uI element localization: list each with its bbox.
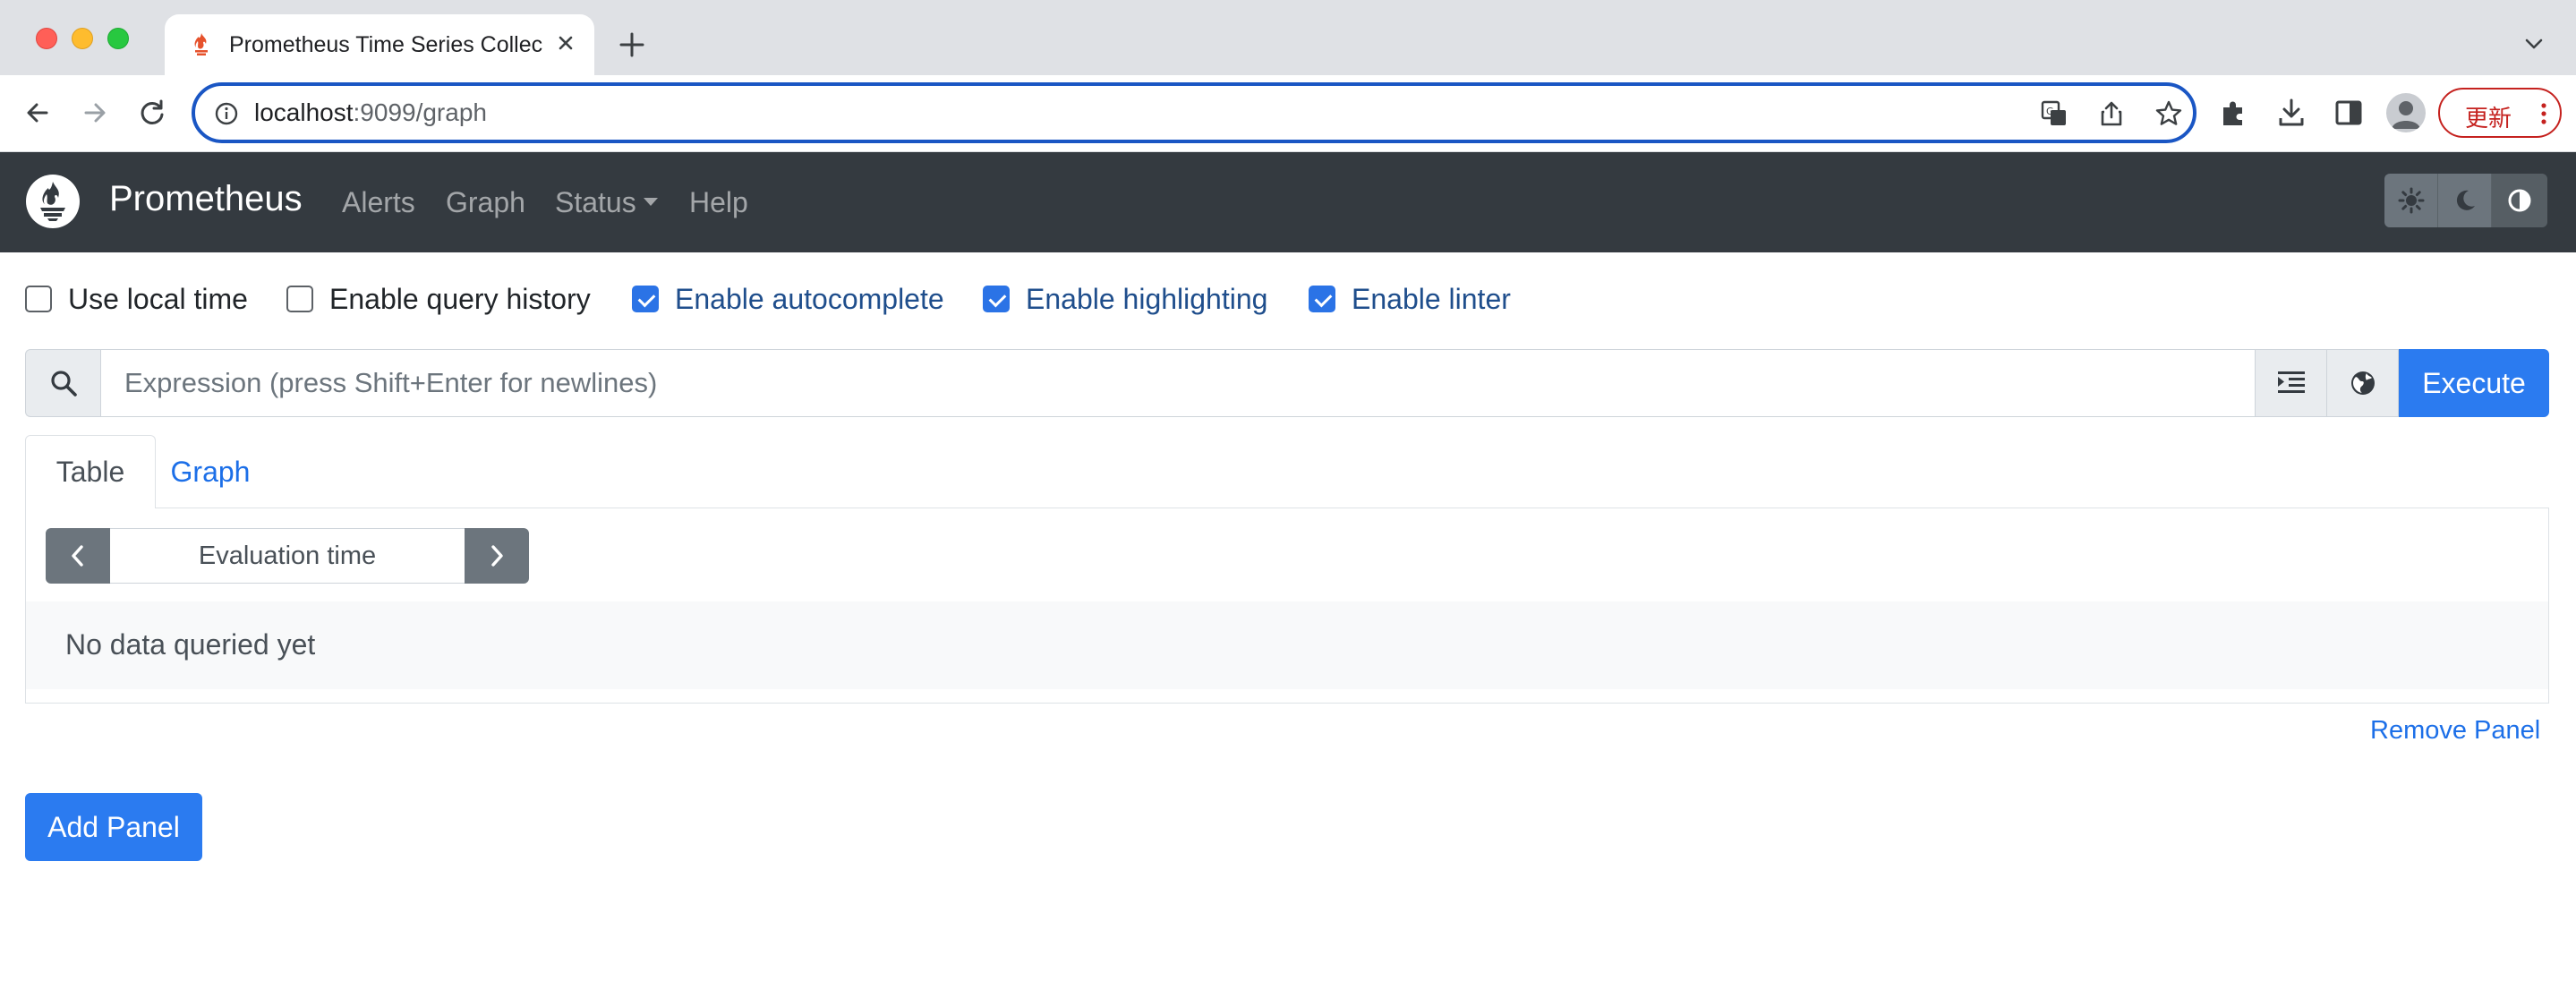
sun-icon: [2398, 187, 2424, 214]
autocomplete-checkbox[interactable]: [632, 286, 659, 312]
no-data-message: No data queried yet: [65, 628, 316, 661]
execute-button[interactable]: Execute: [2399, 349, 2549, 417]
highlighting-label: Enable highlighting: [1026, 282, 1268, 315]
chevron-right-icon: [491, 545, 503, 567]
expression-search-prefix: [25, 349, 100, 417]
prometheus-logo-icon[interactable]: [25, 174, 81, 229]
evaluation-time-control: Evaluation time: [46, 528, 529, 584]
query-history-checkbox[interactable]: [286, 286, 313, 312]
option-use-local-time[interactable]: Use local time: [25, 283, 248, 315]
contrast-icon: [2508, 189, 2531, 212]
chevron-left-icon: [72, 545, 83, 567]
eval-time-previous-button[interactable]: [46, 528, 110, 584]
window-minimize-button[interactable]: [72, 28, 93, 49]
dropdown-caret-icon: [643, 198, 658, 207]
globe-icon: [2350, 371, 2375, 395]
nav-link-status[interactable]: Status: [555, 186, 658, 219]
profile-avatar[interactable]: [2386, 93, 2426, 132]
site-info-icon[interactable]: [213, 100, 240, 127]
format-expression-button[interactable]: [2256, 349, 2327, 417]
browser-tab-active[interactable]: Prometheus Time Series Collect: [165, 14, 594, 75]
nav-link-status-label: Status: [555, 186, 636, 218]
browser-update-button[interactable]: 更新: [2438, 88, 2562, 138]
linter-checkbox[interactable]: [1309, 286, 1335, 312]
use-local-time-checkbox[interactable]: [25, 286, 52, 312]
nav-link-alerts[interactable]: Alerts: [342, 186, 415, 219]
panel-tabs: Table Graph: [25, 435, 2549, 509]
theme-auto-button[interactable]: [2492, 174, 2547, 227]
browser-toolbar: localhost:9099/graph G 更新: [0, 75, 2576, 152]
evaluation-time-input[interactable]: Evaluation time: [110, 528, 465, 584]
option-autocomplete[interactable]: Enable autocomplete: [632, 283, 944, 315]
moon-icon: [2456, 190, 2475, 210]
indent-format-icon: [2277, 371, 2305, 393]
app-navbar: Prometheus Alerts Graph Status Help: [0, 152, 2576, 252]
profile-person-icon: [2392, 101, 2420, 129]
address-bar[interactable]: localhost:9099/graph G: [192, 82, 2196, 143]
svg-text:G: G: [2046, 106, 2054, 117]
tab-graph[interactable]: Graph: [156, 435, 265, 508]
theme-dark-button[interactable]: [2438, 174, 2492, 227]
tab-table[interactable]: Table: [25, 435, 156, 509]
tab-search-chevron-icon[interactable]: [2521, 30, 2547, 57]
translate-icon[interactable]: G: [2039, 98, 2069, 129]
linter-label: Enable linter: [1352, 282, 1511, 315]
use-local-time-label: Use local time: [68, 282, 248, 315]
download-icon[interactable]: [2273, 95, 2309, 131]
prometheus-favicon-icon: [194, 33, 208, 55]
highlighting-checkbox[interactable]: [983, 286, 1010, 312]
theme-switcher: [2384, 174, 2547, 227]
brand-title[interactable]: Prometheus: [109, 179, 303, 219]
autocomplete-label: Enable autocomplete: [675, 282, 944, 315]
browser-tab-strip: Prometheus Time Series Collect: [0, 0, 2576, 75]
share-icon[interactable]: [2096, 98, 2127, 129]
results-table-area: No data queried yet: [26, 601, 2548, 689]
bookmark-star-icon[interactable]: [2154, 98, 2184, 129]
metrics-explorer-button[interactable]: [2327, 349, 2399, 417]
expression-input[interactable]: Expression (press Shift+Enter for newlin…: [100, 349, 2256, 417]
more-menu-icon: [2541, 103, 2546, 124]
side-panel-icon[interactable]: [2331, 95, 2367, 131]
option-linter[interactable]: Enable linter: [1309, 283, 1511, 315]
remove-panel-link[interactable]: Remove Panel: [2370, 716, 2540, 746]
table-panel: Evaluation time No data queried yet: [25, 508, 2549, 704]
expression-input-group: Expression (press Shift+Enter for newlin…: [25, 349, 2549, 417]
expression-placeholder: Expression (press Shift+Enter for newlin…: [124, 367, 658, 398]
add-panel-button[interactable]: Add Panel: [25, 793, 202, 861]
extensions-puzzle-icon[interactable]: [2216, 95, 2252, 131]
theme-light-button[interactable]: [2384, 174, 2438, 227]
window-close-button[interactable]: [36, 28, 57, 49]
nav-link-graph[interactable]: Graph: [446, 186, 525, 219]
tab-title: Prometheus Time Series Collect: [229, 32, 542, 57]
eval-time-next-button[interactable]: [465, 528, 529, 584]
reload-icon[interactable]: [134, 95, 170, 131]
tab-close-icon[interactable]: [551, 29, 580, 57]
update-label: 更新: [2465, 105, 2512, 132]
option-query-history[interactable]: Enable query history: [286, 283, 591, 315]
window-zoom-button[interactable]: [107, 28, 129, 49]
address-url: localhost:9099/graph: [254, 98, 487, 126]
search-icon: [50, 371, 77, 397]
back-arrow-icon[interactable]: [20, 95, 55, 131]
nav-link-help[interactable]: Help: [689, 186, 748, 219]
option-highlighting[interactable]: Enable highlighting: [983, 283, 1267, 315]
new-tab-icon[interactable]: [616, 29, 648, 61]
forward-arrow-icon[interactable]: [77, 95, 113, 131]
query-history-label: Enable query history: [329, 282, 591, 315]
